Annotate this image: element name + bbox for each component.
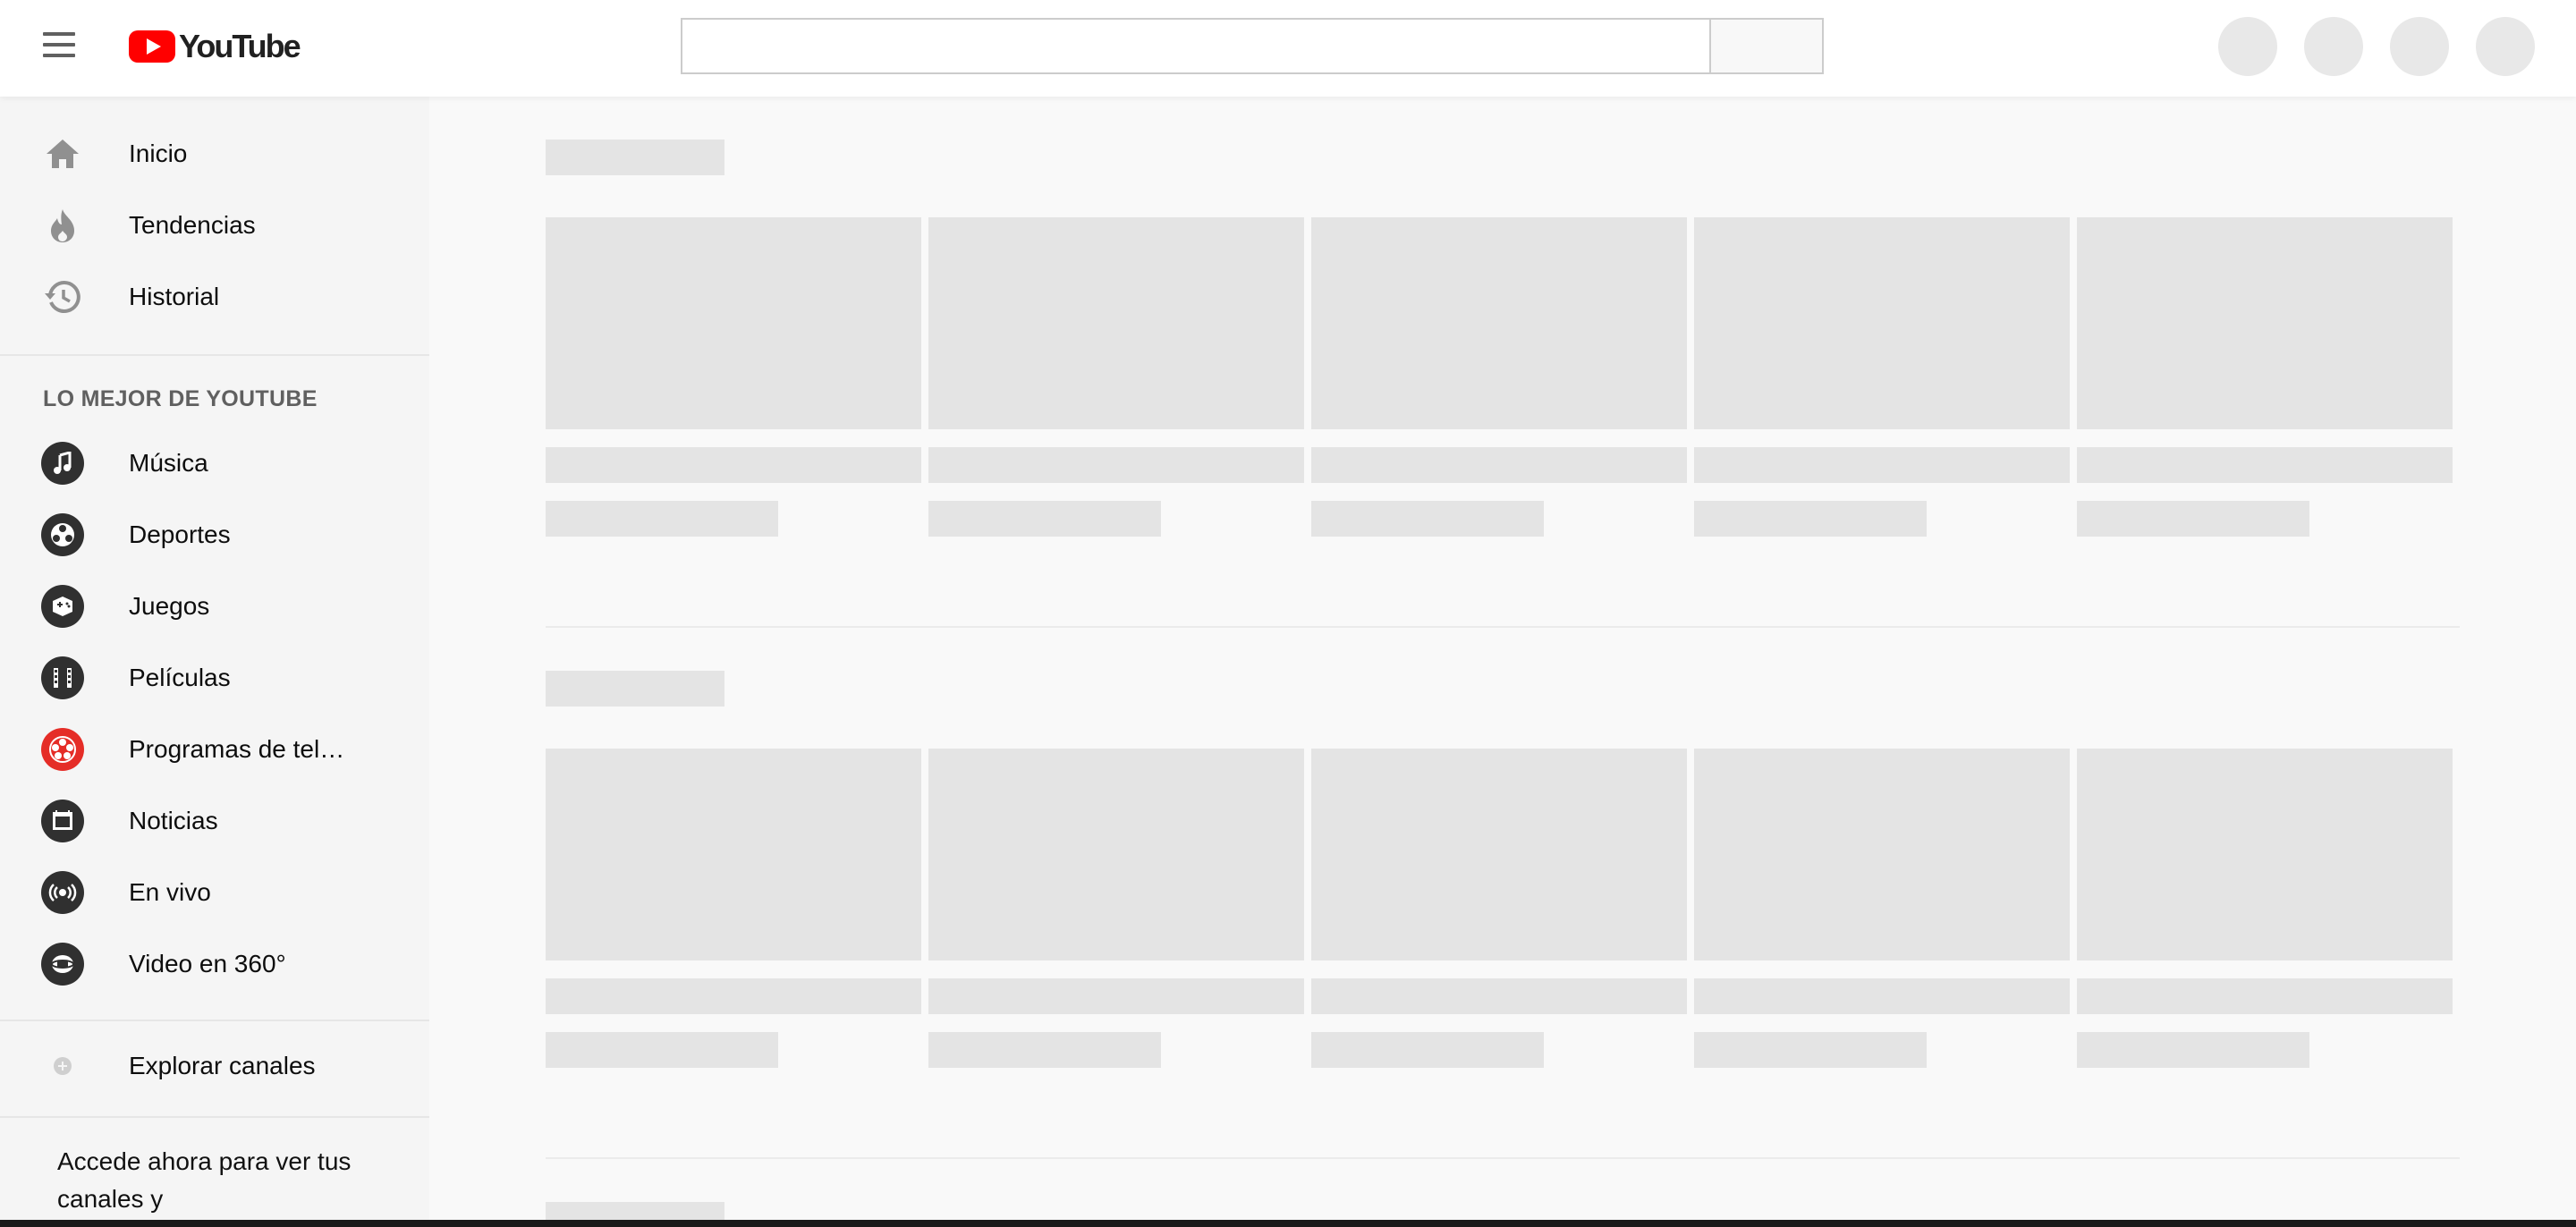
sidebar-item-label: Noticias [129, 807, 218, 834]
video-meta-placeholder [546, 1032, 778, 1068]
live-icon [41, 871, 84, 914]
video-title-placeholder [546, 447, 921, 483]
youtube-play-icon [129, 30, 175, 63]
video-thumbnail-placeholder[interactable] [546, 217, 921, 429]
video-title-placeholder [928, 447, 1304, 483]
sidebar-item-tendencias[interactable]: Tendencias [0, 190, 429, 261]
sidebar-item-peliculas[interactable]: Películas [0, 642, 429, 714]
news-icon [41, 800, 84, 842]
sidebar-item-label: Video en 360° [129, 950, 286, 977]
header-placeholder-button-2[interactable] [2304, 17, 2363, 76]
sidebar-item-noticias[interactable]: Noticias [0, 785, 429, 857]
video-meta-placeholder [546, 501, 778, 537]
signin-prompt: Accede ahora para ver tus canales y [57, 1147, 352, 1213]
video-title-placeholder [2077, 447, 2453, 483]
sports-icon [41, 513, 84, 556]
video-meta-placeholder [1694, 501, 1927, 537]
sidebar-divider [0, 1020, 429, 1021]
section-title-placeholder [546, 1202, 724, 1220]
video-meta-placeholder [1311, 501, 1544, 537]
sidebar-item-explorar-canales[interactable]: Explorar canales [0, 1030, 429, 1102]
youtube-logo[interactable]: YouTube [129, 28, 301, 64]
video-title-placeholder [1311, 447, 1687, 483]
shelf-divider [546, 1157, 2460, 1159]
music-icon [41, 442, 84, 485]
video-title-placeholder [928, 978, 1304, 1014]
home-icon [41, 132, 84, 175]
sidebar-item-musica[interactable]: Música [0, 427, 429, 499]
video-thumbnail-placeholder[interactable] [546, 749, 921, 960]
video-thumbnail-placeholder[interactable] [1311, 217, 1687, 429]
header-placeholder-button-1[interactable] [2218, 17, 2277, 76]
flame-icon [41, 204, 84, 247]
search-input[interactable] [681, 18, 1709, 74]
sidebar-item-juegos[interactable]: Juegos [0, 571, 429, 642]
video-meta-placeholder [928, 1032, 1161, 1068]
sidebar-divider [0, 354, 429, 356]
menu-icon[interactable] [43, 32, 86, 61]
video-meta-placeholder [2077, 501, 2309, 537]
video-meta-placeholder [1311, 1032, 1544, 1068]
video-thumbnail-placeholder[interactable] [2077, 749, 2453, 960]
sidebar-item-label: Películas [129, 664, 231, 691]
sidebar-item-programas-de-tv[interactable]: Programas de tel… [0, 714, 429, 785]
top-header: YouTube [0, 0, 2576, 97]
sidebar-item-historial[interactable]: Historial [0, 261, 429, 333]
sidebar-divider [0, 1116, 429, 1118]
section-title: LO MEJOR DE YOUTUBE [43, 386, 318, 411]
sidebar-item-label: Música [129, 449, 208, 477]
sidebar-item-video-360[interactable]: Video en 360° [0, 928, 429, 1000]
video-thumbnail-placeholder[interactable] [1311, 749, 1687, 960]
section-title-placeholder [546, 671, 724, 707]
video-title-placeholder [1694, 978, 2070, 1014]
video-meta-placeholder [2077, 1032, 2309, 1068]
video-meta-placeholder [1694, 1032, 1927, 1068]
sidebar-item-deportes[interactable]: Deportes [0, 499, 429, 571]
film-icon [41, 656, 84, 699]
logo-text: YouTube [179, 28, 301, 64]
video-thumbnail-placeholder[interactable] [928, 749, 1304, 960]
shelf-divider [546, 626, 2460, 628]
video-thumbnail-placeholder[interactable] [2077, 217, 2453, 429]
header-placeholder-button-3[interactable] [2390, 17, 2449, 76]
add-circle-icon [41, 1045, 84, 1087]
sidebar-item-label: Deportes [129, 520, 231, 548]
tv-shows-icon [41, 728, 84, 771]
gaming-icon [41, 585, 84, 628]
sidebar-item-label: Tendencias [129, 211, 256, 239]
sidebar: Inicio Tendencias Historial LO MEJOR DE … [0, 97, 429, 1227]
video-title-placeholder [1694, 447, 2070, 483]
header-placeholder-button-4[interactable] [2476, 17, 2535, 76]
video-thumbnail-placeholder[interactable] [1694, 217, 2070, 429]
sidebar-item-inicio[interactable]: Inicio [0, 118, 429, 190]
video-meta-placeholder [928, 501, 1161, 537]
video-title-placeholder [2077, 978, 2453, 1014]
sidebar-item-label: En vivo [129, 878, 211, 906]
window-bottom-edge [0, 1220, 2576, 1227]
video-thumbnail-placeholder[interactable] [1694, 749, 2070, 960]
video-thumbnail-placeholder[interactable] [928, 217, 1304, 429]
section-title-placeholder [546, 140, 724, 175]
sidebar-item-label: Historial [129, 283, 220, 310]
sidebar-item-label: Explorar canales [129, 1052, 316, 1079]
search-button[interactable] [1709, 18, 1824, 74]
sidebar-item-label: Programas de tel… [129, 735, 345, 763]
history-icon [41, 275, 84, 318]
video-360-icon [41, 943, 84, 986]
sidebar-item-en-vivo[interactable]: En vivo [0, 857, 429, 928]
sidebar-item-label: Juegos [129, 592, 210, 620]
video-title-placeholder [1311, 978, 1687, 1014]
sidebar-item-label: Inicio [129, 140, 188, 167]
video-title-placeholder [546, 978, 921, 1014]
